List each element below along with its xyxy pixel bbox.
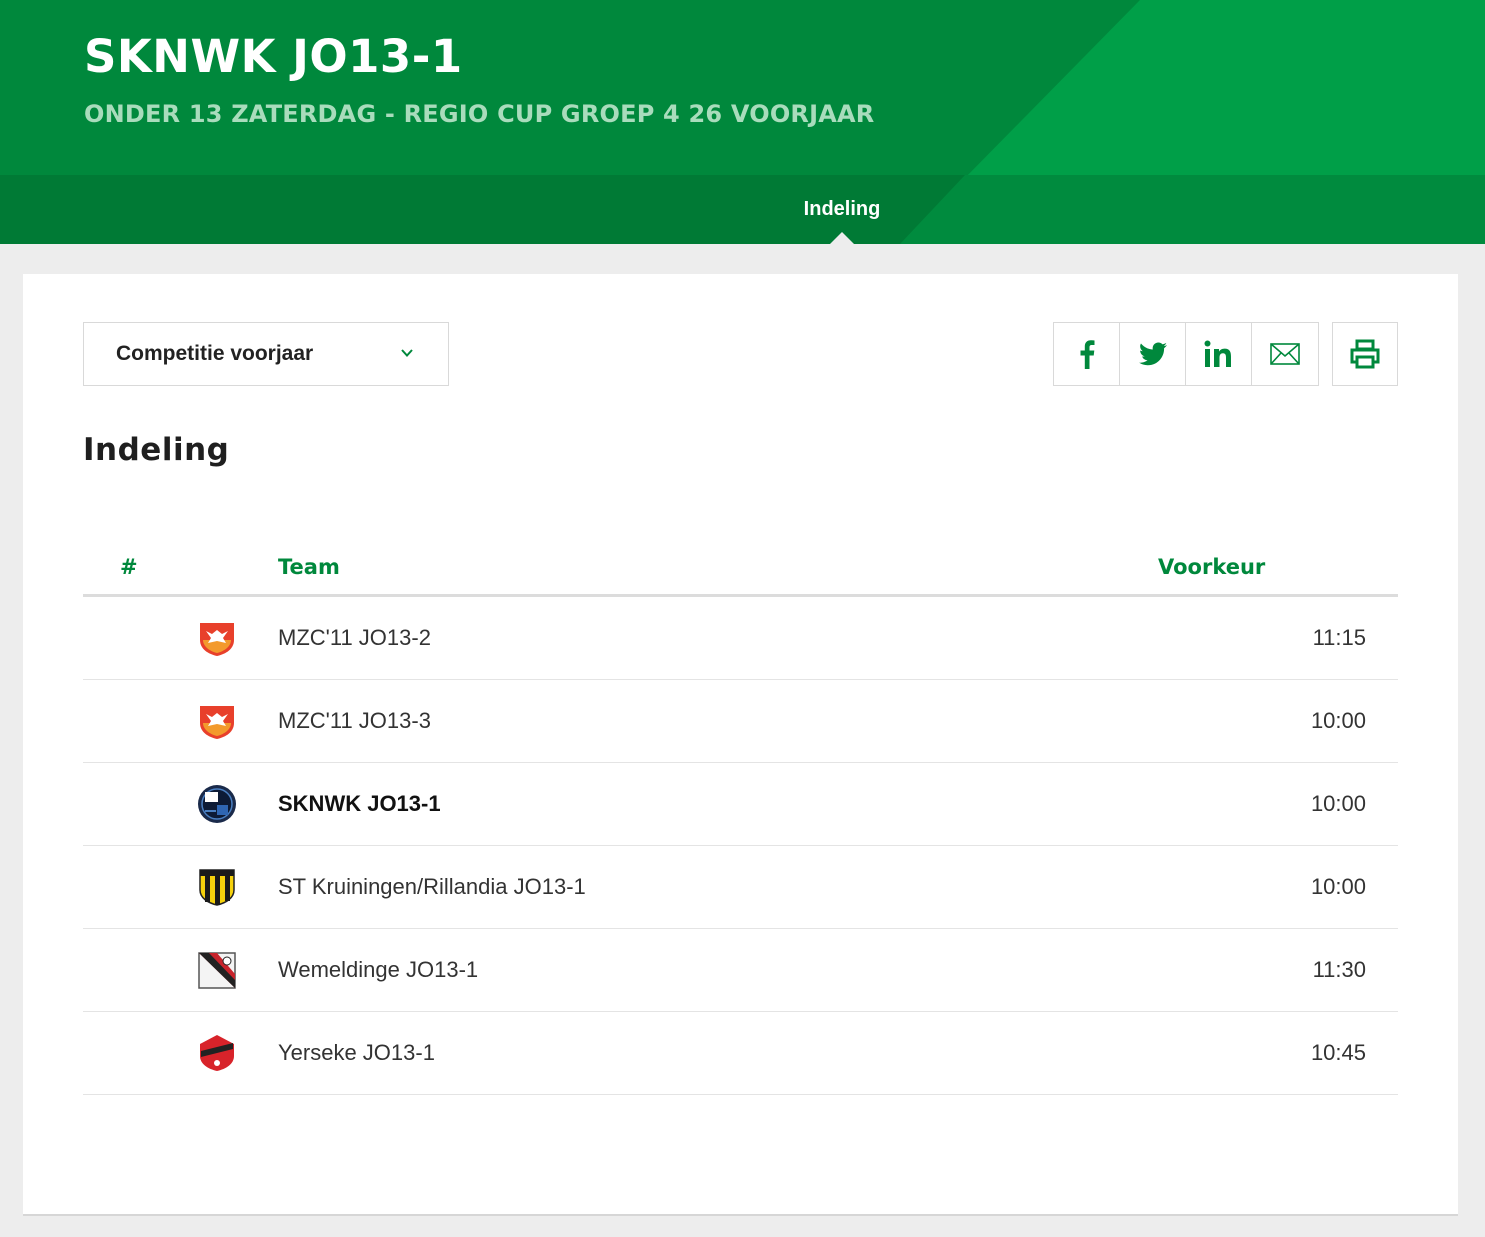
- page-header: SKNWK JO13-1 ONDER 13 ZATERDAG - REGIO C…: [0, 0, 1485, 244]
- column-header-rank: #: [120, 555, 138, 579]
- active-tab-indicator: [830, 232, 854, 244]
- print-icon: [1350, 339, 1380, 369]
- team-name[interactable]: SKNWK JO13-1: [278, 791, 441, 817]
- team-name[interactable]: Wemeldinge JO13-1: [278, 957, 478, 983]
- table-row[interactable]: Wemeldinge JO13-1 11:30: [83, 929, 1398, 1012]
- column-header-preference: Voorkeur: [1158, 555, 1266, 579]
- chevron-down-icon: [401, 349, 413, 357]
- share-twitter-button[interactable]: [1120, 323, 1186, 385]
- preference-time: 10:00: [1310, 874, 1366, 899]
- column-header-team: Team: [278, 555, 340, 579]
- competition-subtitle: ONDER 13 ZATERDAG - REGIO CUP GROEP 4 26…: [84, 100, 875, 128]
- preference-time: 11:30: [1312, 957, 1366, 982]
- yerseke-logo: [200, 1035, 234, 1071]
- tab-bar: Indeling: [0, 175, 1485, 244]
- standings-table: # Team Voorkeur MZC'11 JO13-2 11:15 MZC'…: [83, 549, 1398, 1095]
- table-row[interactable]: SKNWK JO13-1 10:00: [83, 763, 1398, 846]
- mzc11-logo: [200, 623, 234, 656]
- print-button[interactable]: [1332, 322, 1398, 386]
- team-name[interactable]: MZC'11 JO13-2: [278, 625, 431, 651]
- mail-icon: [1270, 343, 1300, 365]
- team-name[interactable]: Yerseke JO13-1: [278, 1040, 435, 1066]
- facebook-icon: [1080, 340, 1094, 369]
- competition-select-value: Competitie voorjaar: [116, 342, 314, 365]
- content-card: Competitie voorjaar Indeling # Team Voor…: [23, 274, 1458, 1214]
- preference-time: 10:45: [1310, 1040, 1366, 1065]
- team-name[interactable]: MZC'11 JO13-3: [278, 708, 431, 734]
- team-name[interactable]: ST Kruiningen/Rillandia JO13-1: [278, 874, 586, 900]
- twitter-icon: [1138, 342, 1167, 366]
- linkedin-icon: [1204, 340, 1231, 367]
- preference-time: 10:00: [1310, 708, 1366, 733]
- table-row[interactable]: MZC'11 JO13-3 10:00: [83, 680, 1398, 763]
- team-title: SKNWK JO13-1: [84, 30, 463, 83]
- kruiningen-logo: [199, 869, 235, 906]
- share-buttons: [1053, 322, 1319, 386]
- mzc11-logo: [200, 706, 234, 739]
- share-facebook-button[interactable]: [1054, 323, 1120, 385]
- sknwk-logo: [198, 785, 236, 823]
- table-row[interactable]: MZC'11 JO13-2 11:15: [83, 597, 1398, 680]
- table-row[interactable]: Yerseke JO13-1 10:45: [83, 1012, 1398, 1095]
- share-mail-button[interactable]: [1252, 323, 1318, 385]
- competition-select[interactable]: Competitie voorjaar: [83, 322, 449, 386]
- preference-time: 10:00: [1310, 791, 1366, 816]
- preference-time: 11:15: [1312, 625, 1366, 650]
- table-row[interactable]: ST Kruiningen/Rillandia JO13-1 10:00: [83, 846, 1398, 929]
- table-header: # Team Voorkeur: [83, 549, 1398, 597]
- section-title: Indeling: [83, 432, 230, 468]
- share-linkedin-button[interactable]: [1186, 323, 1252, 385]
- wemeldinge-logo: [198, 952, 236, 989]
